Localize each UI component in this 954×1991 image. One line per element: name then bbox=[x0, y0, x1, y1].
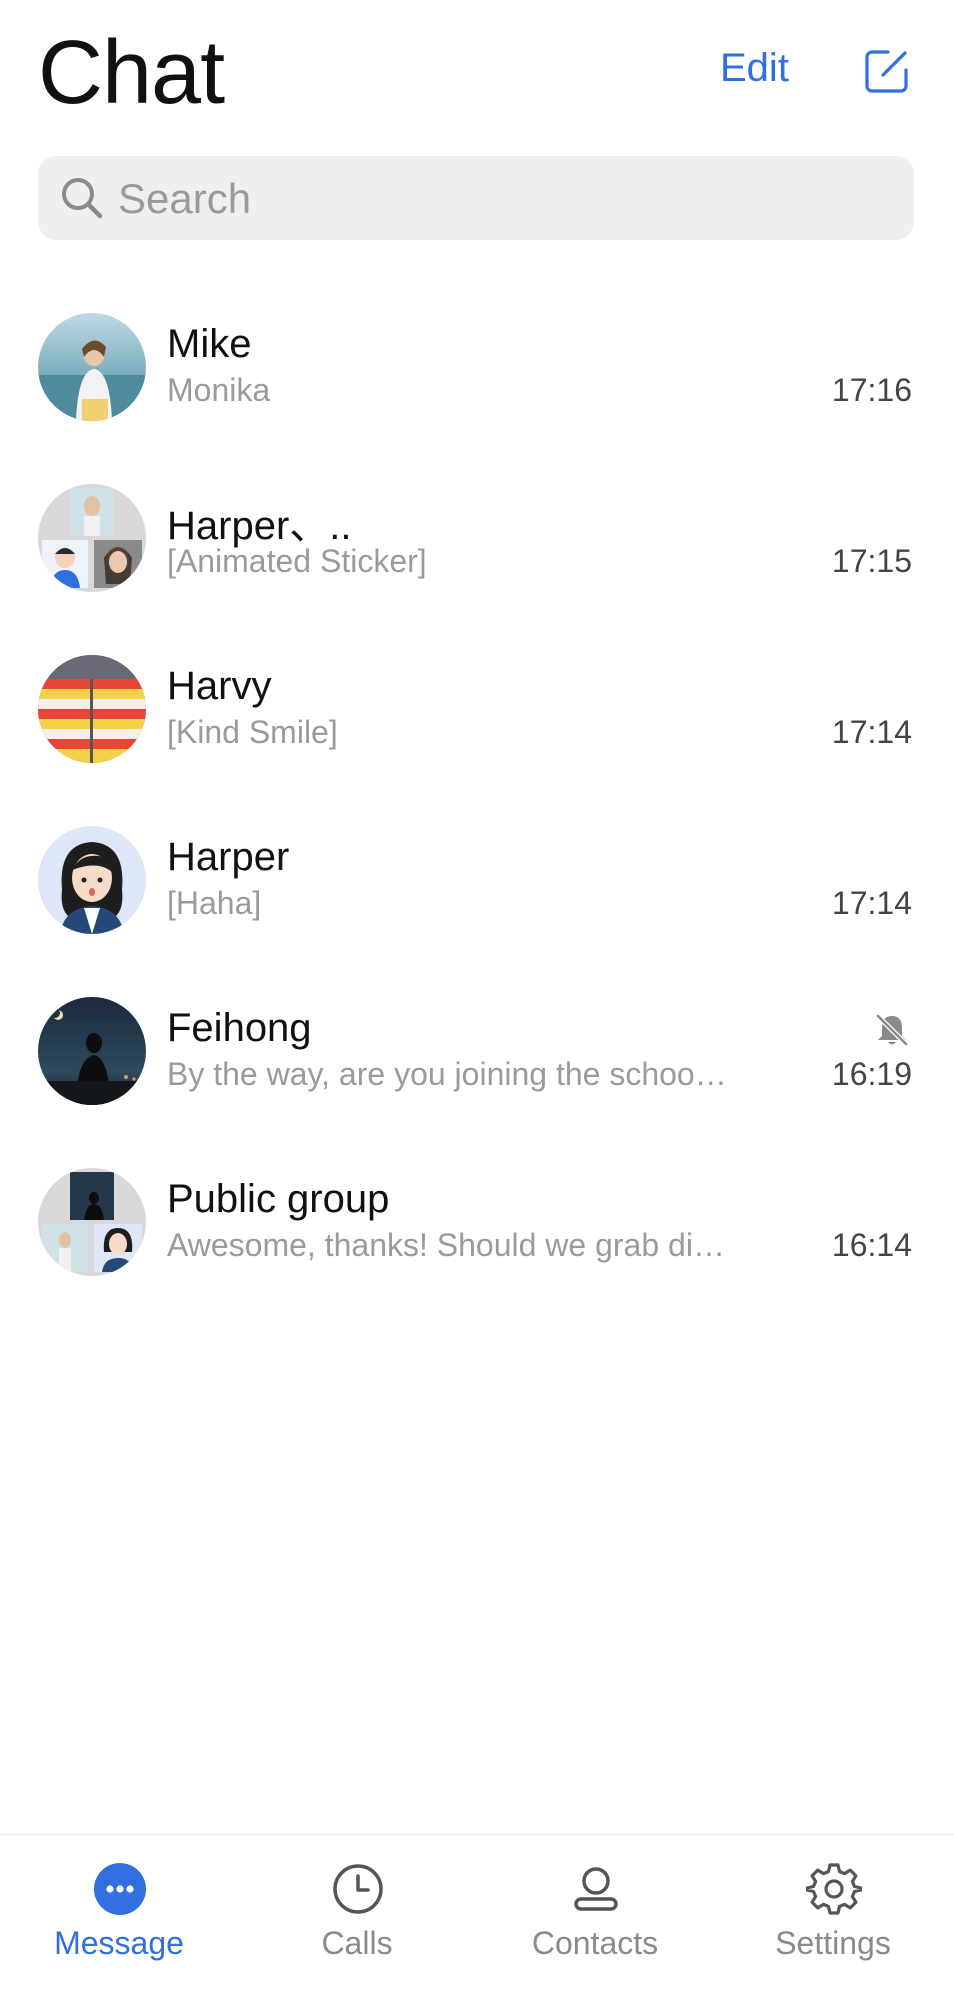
avatar bbox=[38, 313, 146, 421]
compose-button[interactable] bbox=[864, 48, 910, 94]
chat-time: 16:14 bbox=[831, 1227, 912, 1263]
chat-item-harper[interactable]: Harper [Haha] 17:14 bbox=[0, 813, 954, 984]
tab-bar: Message Calls Contacts Settings bbox=[0, 1834, 954, 1990]
chat-time: 17:14 bbox=[831, 885, 912, 921]
chat-item-harper-group[interactable]: Harper、.. [Animated Sticker] 17:15 bbox=[0, 471, 954, 642]
chat-preview: Awesome, thanks! Should we grab di… bbox=[167, 1227, 725, 1263]
search-input[interactable]: Search bbox=[38, 156, 914, 240]
chat-list: Mike Monika 17:16 Harper、.. [Animated St… bbox=[0, 300, 954, 1326]
tab-settings[interactable]: Settings bbox=[714, 1835, 952, 1991]
avatar bbox=[38, 655, 146, 763]
tab-calls[interactable]: Calls bbox=[238, 1835, 476, 1991]
edit-button[interactable]: Edit bbox=[720, 46, 789, 91]
tab-message[interactable]: Message bbox=[0, 1835, 238, 1991]
search-icon bbox=[62, 178, 103, 219]
person-icon bbox=[574, 1867, 618, 1911]
gear-icon bbox=[806, 1863, 862, 1915]
avatar bbox=[38, 997, 146, 1105]
chat-name: Public group bbox=[167, 1177, 390, 1221]
avatar bbox=[38, 1168, 146, 1276]
chat-preview: [Kind Smile] bbox=[167, 714, 338, 750]
chat-preview: [Animated Sticker] bbox=[167, 543, 427, 579]
chat-time: 17:15 bbox=[831, 543, 912, 579]
tab-label: Contacts bbox=[531, 1925, 659, 1961]
tab-label: Settings bbox=[775, 1925, 891, 1961]
mute-icon bbox=[876, 1014, 908, 1046]
chat-preview: [Haha] bbox=[167, 885, 262, 921]
chat-time: 17:14 bbox=[831, 714, 912, 750]
avatar bbox=[38, 826, 146, 934]
header: Chat Edit bbox=[0, 0, 954, 140]
tab-contacts[interactable]: Contacts bbox=[476, 1835, 714, 1991]
compose-icon bbox=[865, 50, 908, 93]
chat-name: Feihong bbox=[167, 1006, 312, 1050]
chat-item-public-group[interactable]: Public group Awesome, thanks! Should we … bbox=[0, 1155, 954, 1326]
chat-item-harvy[interactable]: Harvy [Kind Smile] 17:14 bbox=[0, 642, 954, 813]
page-title: Chat bbox=[38, 23, 225, 123]
chat-time: 17:16 bbox=[831, 372, 912, 408]
tab-label: Message bbox=[54, 1925, 184, 1961]
search-placeholder: Search bbox=[118, 175, 252, 222]
chat-name: Harvy bbox=[167, 664, 272, 708]
clock-icon bbox=[333, 1864, 383, 1914]
chat-name: Harper bbox=[167, 835, 290, 879]
avatar bbox=[38, 484, 146, 592]
message-icon bbox=[94, 1863, 146, 1915]
tab-label: Calls bbox=[321, 1925, 393, 1961]
chat-name: Mike bbox=[167, 322, 252, 366]
chat-preview: Monika bbox=[167, 372, 271, 408]
chat-item-mike[interactable]: Mike Monika 17:16 bbox=[0, 300, 954, 471]
chat-preview: By the way, are you joining the schoo… bbox=[167, 1056, 727, 1092]
chat-time: 16:19 bbox=[831, 1056, 912, 1092]
chat-item-feihong[interactable]: Feihong By the way, are you joining the … bbox=[0, 984, 954, 1155]
